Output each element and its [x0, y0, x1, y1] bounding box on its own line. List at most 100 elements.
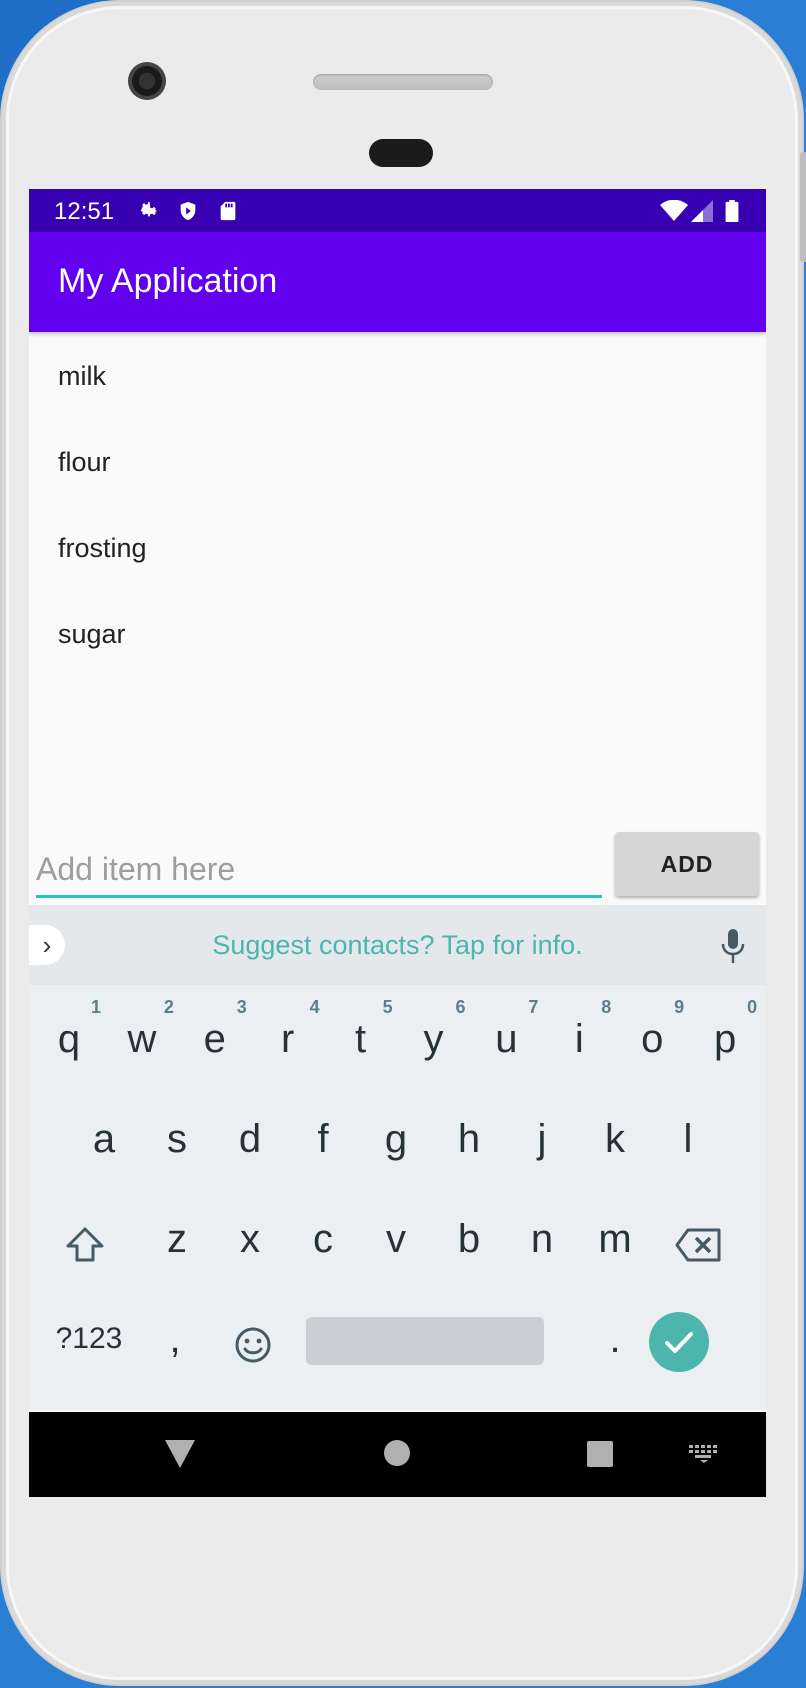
- key-w[interactable]: w2: [106, 995, 178, 1095]
- navigation-bar: [29, 1412, 766, 1497]
- key-u-label: u: [495, 1017, 518, 1061]
- wifi-icon: [660, 200, 688, 221]
- backspace-key[interactable]: [662, 1195, 734, 1295]
- symbols-key[interactable]: ?123: [39, 1295, 139, 1395]
- shield-icon: [180, 201, 196, 221]
- key-z[interactable]: z: [141, 1195, 213, 1295]
- key-z-label: z: [167, 1217, 187, 1261]
- device-screen: 12:51 My Application milk flour frosting…: [29, 189, 766, 1497]
- emoji-key[interactable]: [217, 1295, 289, 1395]
- key-c-label: c: [313, 1217, 333, 1261]
- key-e[interactable]: e3: [179, 995, 251, 1095]
- key-n-label: n: [530, 1217, 554, 1261]
- key-a-label: a: [92, 1117, 116, 1161]
- keyboard-row-2: asdfgh j k l: [29, 1095, 766, 1195]
- key-y-hint: 6: [455, 997, 466, 1017]
- add-item-input[interactable]: [36, 843, 602, 898]
- list-item-label: sugar: [58, 619, 126, 649]
- item-list: milk flour frosting sugar: [29, 337, 766, 681]
- status-time: 12:51: [54, 198, 115, 225]
- microphone-icon[interactable]: [720, 927, 746, 965]
- key-u-hint: 7: [528, 997, 539, 1017]
- key-x[interactable]: x: [214, 1195, 286, 1295]
- shift-key[interactable]: [49, 1195, 121, 1295]
- add-button[interactable]: ADD: [615, 832, 759, 896]
- key-u[interactable]: u7: [470, 995, 542, 1095]
- key-y-label: y: [423, 1017, 444, 1061]
- key-m[interactable]: m: [579, 1195, 651, 1295]
- key-v-label: v: [386, 1217, 406, 1261]
- key-s[interactable]: s: [141, 1095, 213, 1195]
- key-o[interactable]: o9: [616, 995, 688, 1095]
- key-j-label: j: [537, 1117, 547, 1161]
- cell-signal-icon: [691, 200, 713, 222]
- gear-icon: [140, 201, 158, 217]
- sd-card-icon: [220, 201, 236, 221]
- proximity-sensor: [369, 139, 433, 167]
- key-e-label: e: [203, 1017, 226, 1061]
- suggestion-text[interactable]: Suggest contacts? Tap for info.: [29, 930, 766, 961]
- recents-icon[interactable]: [586, 1440, 614, 1468]
- key-n[interactable]: n: [506, 1195, 578, 1295]
- emoji-icon: [235, 1327, 271, 1363]
- keyboard-row-1: q1w2e3r4t5y6u7i8o9p0: [29, 995, 766, 1095]
- power-button: [800, 152, 806, 262]
- back-icon[interactable]: [165, 1440, 195, 1468]
- list-item[interactable]: frosting: [29, 509, 766, 595]
- key-w-hint: 2: [163, 997, 174, 1017]
- key-k-label: k: [605, 1117, 625, 1161]
- key-i[interactable]: i8: [543, 995, 615, 1095]
- list-item[interactable]: flour: [29, 423, 766, 509]
- period-key-label: .: [609, 1317, 621, 1361]
- key-p-label: p: [713, 1017, 737, 1061]
- key-b[interactable]: b: [433, 1195, 505, 1295]
- key-q-label: q: [57, 1017, 81, 1061]
- key-a[interactable]: a: [68, 1095, 140, 1195]
- key-f[interactable]: f: [287, 1095, 359, 1195]
- earpiece-speaker: [313, 74, 493, 90]
- key-l[interactable]: l: [652, 1095, 724, 1195]
- key-i-hint: 8: [601, 997, 612, 1017]
- app-bar: My Application: [29, 232, 766, 332]
- key-c[interactable]: c: [287, 1195, 359, 1295]
- key-b-label: b: [457, 1217, 481, 1261]
- shift-icon: [66, 1227, 104, 1262]
- period-key[interactable]: .: [579, 1295, 651, 1395]
- key-h[interactable]: h: [433, 1095, 505, 1195]
- key-l-label: l: [683, 1117, 693, 1161]
- enter-key[interactable]: [649, 1312, 709, 1372]
- backspace-icon: [675, 1228, 721, 1262]
- suggestion-strip: › Suggest contacts? Tap for info.: [29, 905, 766, 985]
- home-icon[interactable]: [384, 1440, 410, 1466]
- key-g[interactable]: g: [360, 1095, 432, 1195]
- key-f-label: f: [317, 1117, 329, 1161]
- checkmark-icon: [665, 1332, 693, 1353]
- app-title: My Application: [58, 262, 278, 300]
- key-q[interactable]: q1: [33, 995, 105, 1095]
- status-bar: 12:51: [29, 189, 766, 232]
- key-p[interactable]: p0: [689, 995, 761, 1095]
- key-t-hint: 5: [382, 997, 393, 1017]
- comma-key[interactable]: ,: [139, 1295, 211, 1395]
- list-item-label: flour: [58, 447, 111, 477]
- key-k[interactable]: k: [579, 1095, 651, 1195]
- list-item-label: milk: [58, 361, 106, 391]
- key-o-hint: 9: [674, 997, 685, 1017]
- soft-keyboard: › Suggest contacts? Tap for info. q1w2e3…: [29, 905, 766, 1410]
- key-y[interactable]: y6: [398, 995, 470, 1095]
- key-j[interactable]: j: [506, 1095, 578, 1195]
- key-h-label: h: [457, 1117, 481, 1161]
- list-item[interactable]: sugar: [29, 595, 766, 681]
- key-r-hint: 4: [309, 997, 320, 1017]
- key-x-label: x: [240, 1217, 260, 1261]
- keyboard-switch-icon[interactable]: [689, 1445, 719, 1463]
- key-r[interactable]: r4: [252, 995, 324, 1095]
- key-d[interactable]: d: [214, 1095, 286, 1195]
- symbols-key-label: ?123: [55, 1322, 123, 1355]
- list-item[interactable]: milk: [29, 337, 766, 423]
- key-v[interactable]: v: [360, 1195, 432, 1295]
- spacebar[interactable]: [306, 1317, 544, 1365]
- key-t-label: t: [355, 1017, 367, 1061]
- key-t[interactable]: t5: [325, 995, 397, 1095]
- key-o-label: o: [641, 1017, 664, 1061]
